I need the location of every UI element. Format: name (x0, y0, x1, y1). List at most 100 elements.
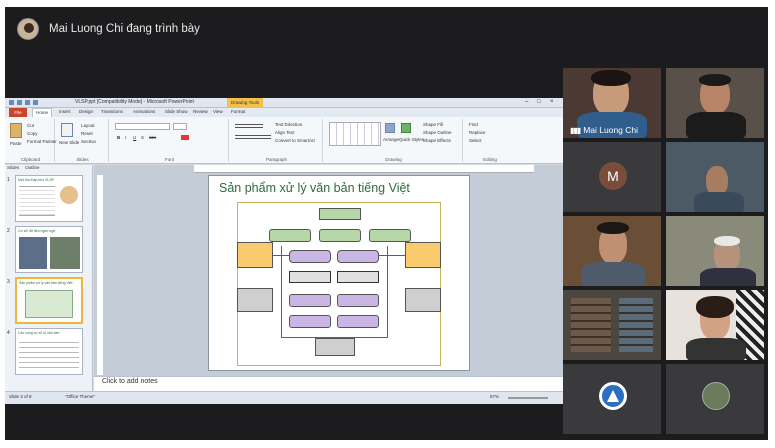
diagram-box-purple-4 (337, 294, 379, 307)
participant-tile-6[interactable] (666, 216, 764, 286)
quick-styles-icon[interactable] (401, 123, 411, 133)
convert-smartart-button[interactable]: Convert to SmartArt (275, 138, 315, 143)
format-painter-button[interactable]: Format Painter (27, 139, 57, 144)
arrange-button[interactable]: Arrange (383, 137, 399, 142)
bookshelf (619, 298, 653, 352)
tab-insert[interactable]: Insert (59, 109, 70, 114)
font-size-select[interactable] (173, 123, 187, 130)
tab-home[interactable]: Home (32, 108, 53, 117)
shape-outline-button[interactable]: Shape Outline (423, 130, 452, 135)
font-name-select[interactable] (115, 123, 170, 130)
undo-icon[interactable] (25, 100, 30, 105)
bold-button[interactable]: B (117, 135, 120, 140)
layout-button[interactable]: Layout (81, 123, 95, 128)
font-color-icon[interactable] (181, 135, 189, 140)
quick-styles-button[interactable]: Quick Styles (399, 137, 424, 142)
participant-clothes (686, 112, 746, 138)
diagram-connector (281, 337, 388, 338)
participant-tile-2[interactable] (666, 68, 764, 138)
participant-tile-7[interactable] (563, 290, 661, 360)
close-button[interactable]: × (550, 99, 554, 105)
tab-slides[interactable]: Slides (7, 165, 19, 170)
paste-button[interactable]: Paste (10, 141, 22, 146)
participant-hair (597, 222, 629, 234)
tab-review[interactable]: Review (193, 109, 208, 114)
diagram-box-top (319, 208, 361, 220)
zoom-level[interactable]: 57% (490, 394, 499, 399)
group-paragraph: Text Direction Align Text Convert to Sma… (231, 119, 323, 162)
participant-tile-8[interactable] (666, 290, 764, 360)
thumb-table (19, 338, 79, 372)
thumb-number: 4 (7, 330, 10, 336)
participant-hair (591, 70, 631, 86)
tab-animations[interactable]: Animations (133, 109, 155, 114)
slide-title[interactable]: Sản phẩm xử lý văn bản tiếng Việt (219, 181, 410, 195)
presenter-bar: Mai Luong Chi đang trình bày (17, 17, 200, 41)
underline-button[interactable]: U (133, 135, 136, 140)
italic-button[interactable]: I (125, 135, 126, 140)
thumb-title: Cơ sở dữ liệu ngôn ngữ (18, 229, 56, 233)
strikethrough-button[interactable]: abc (149, 135, 156, 140)
thumb-image (50, 237, 80, 269)
tab-transitions[interactable]: Transitions (101, 109, 123, 114)
diagram-box-purple-1 (289, 250, 331, 263)
slide-canvas[interactable]: Sản phẩm xử lý văn bản tiếng Việt (208, 175, 470, 371)
find-button[interactable]: Find (469, 122, 478, 127)
notes-pane[interactable]: Click to add notes (94, 376, 563, 391)
slide-thumbnail-4[interactable]: Các công cụ xử lý văn bản (15, 328, 83, 375)
participant-tile-4[interactable] (666, 142, 764, 212)
bullets-icon[interactable] (235, 124, 263, 128)
diagram-box-purple-5 (289, 315, 331, 328)
save-icon[interactable] (17, 100, 22, 105)
shadow-button[interactable]: S (141, 135, 144, 140)
tab-design[interactable]: Design (79, 109, 93, 114)
tab-outline[interactable]: Outline (25, 165, 39, 170)
diagram-box-gray-2 (337, 271, 379, 283)
paste-icon[interactable] (10, 123, 22, 138)
arrange-icon[interactable] (385, 123, 395, 133)
new-slide-icon[interactable] (61, 123, 73, 137)
select-button[interactable]: Select (469, 138, 482, 143)
tab-slide-show[interactable]: Slide Show (165, 109, 188, 114)
text-direction-button[interactable]: Text Direction (275, 122, 302, 127)
diagram-box-gray-1 (289, 271, 331, 283)
shape-effects-button[interactable]: Shape Effects (423, 138, 451, 143)
participant-tile-3[interactable]: M (563, 142, 661, 212)
align-text-button[interactable]: Align Text (275, 130, 294, 135)
cut-button[interactable]: Cut (27, 123, 34, 128)
participant-hair (696, 296, 734, 318)
tab-file[interactable]: File (9, 108, 27, 117)
participant-tile-10[interactable] (666, 364, 764, 434)
new-slide-button[interactable]: New Slide (59, 140, 79, 145)
copy-button[interactable]: Copy (27, 131, 38, 136)
minimize-button[interactable]: – (525, 99, 528, 105)
participant-clothes (686, 338, 746, 360)
participant-tile-9[interactable] (563, 364, 661, 434)
replace-button[interactable]: Replace (469, 130, 486, 135)
slide-thumbnail-2[interactable]: Cơ sở dữ liệu ngôn ngữ (15, 226, 83, 273)
participant-tile-5[interactable] (563, 216, 661, 286)
align-icon[interactable] (235, 135, 271, 139)
shape-fill-button[interactable]: Shape Fill (423, 122, 443, 127)
thumb-number: 3 (7, 279, 10, 285)
tab-view[interactable]: View (213, 109, 223, 114)
tab-format[interactable]: Format (231, 109, 245, 114)
slide-thumbnail-3[interactable]: Sản phẩm xử lý văn bản tiếng Việt (15, 277, 83, 324)
paragraph-label: Paragraph (265, 157, 287, 162)
section-button[interactable]: Section (81, 139, 96, 144)
diagram-box-gray-right (405, 288, 441, 312)
shapes-gallery[interactable] (329, 122, 381, 146)
slide-thumbnail-1[interactable]: Một thu thập kho VLSP (15, 175, 83, 222)
diagram-box-yellow-right (405, 242, 441, 268)
diagram-box-purple-3 (289, 294, 331, 307)
redo-icon[interactable] (33, 100, 38, 105)
diagram-box-purple-6 (337, 315, 379, 328)
participant-tile-1[interactable]: ▮▮▮ Mai Luong Chi (563, 68, 661, 138)
presenter-text: Mai Luong Chi đang trình bày (49, 23, 200, 35)
diagram-box-bottom (315, 338, 355, 356)
zoom-slider[interactable] (508, 397, 548, 399)
reset-button[interactable]: Reset (81, 131, 93, 136)
diagram-connector (379, 255, 405, 256)
maximize-button[interactable]: □ (537, 99, 541, 105)
panel-tabs: Slides Outline (7, 165, 40, 170)
